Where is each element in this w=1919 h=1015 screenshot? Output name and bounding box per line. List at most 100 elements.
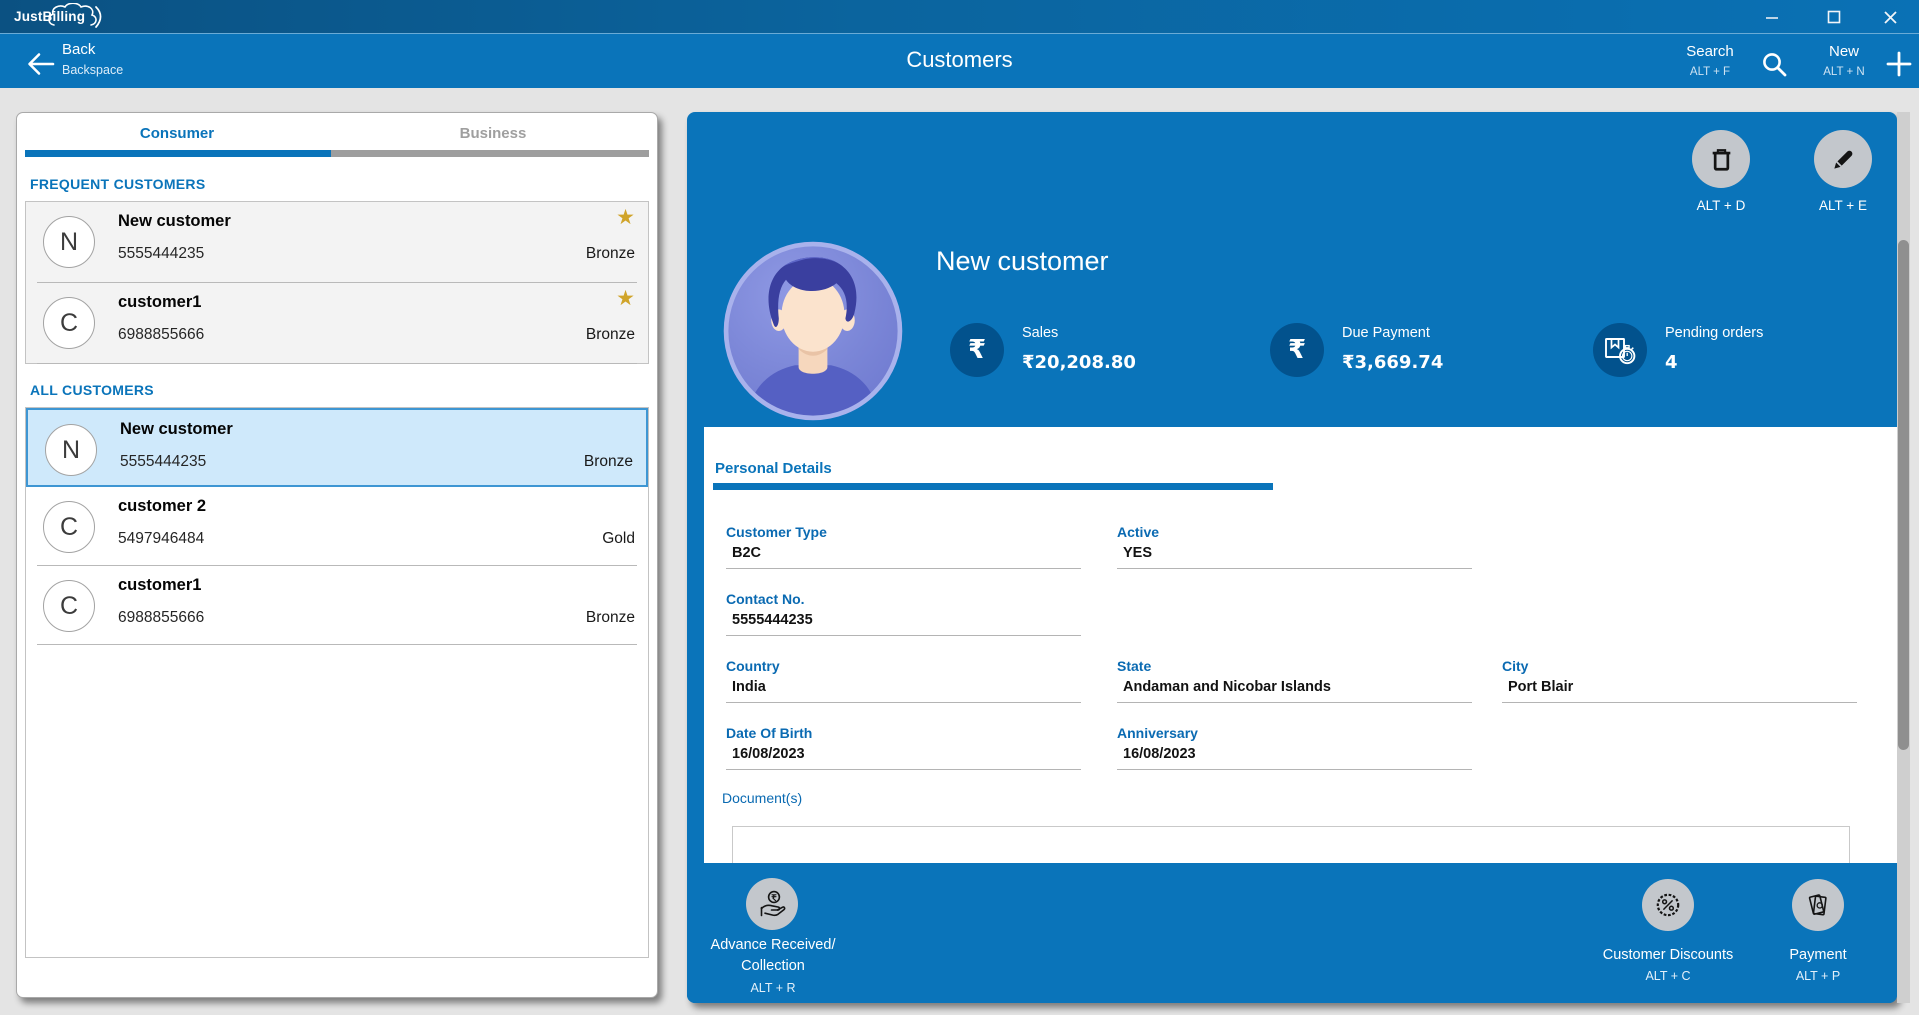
search-shortcut: ALT + F xyxy=(1664,66,1756,78)
tier-label: Bronze xyxy=(586,609,635,627)
tab-indicator-inactive xyxy=(331,150,649,157)
detail-field: Contact No. 5555444235 xyxy=(726,591,1081,636)
avatar-initial: N xyxy=(62,436,80,465)
hand-coin-icon xyxy=(746,878,798,930)
customer-phone: 6988855666 xyxy=(118,609,204,627)
trash-icon xyxy=(1708,146,1735,173)
field-label: Contact No. xyxy=(726,591,805,607)
customer-phone: 5555444235 xyxy=(118,245,204,263)
documents-box xyxy=(732,826,1850,863)
minimize-button[interactable] xyxy=(1754,5,1790,29)
section-header-frequent-customers: FREQUENT CUSTOMERS xyxy=(30,176,206,192)
star-icon: ★ xyxy=(616,205,635,230)
field-value: Andaman and Nicobar Islands xyxy=(1123,679,1331,695)
payment-label: Payment xyxy=(1732,947,1904,963)
customer-discounts-label: Customer Discounts xyxy=(1582,947,1754,963)
customer-list-item[interactable]: N New customer 5555444235 ★ Bronze xyxy=(26,202,648,283)
customer-detail-name: New customer xyxy=(936,246,1109,277)
customer-discounts-shortcut: ALT + C xyxy=(1582,969,1754,983)
detail-field: State Andaman and Nicobar Islands xyxy=(1117,658,1472,703)
new-shortcut: ALT + N xyxy=(1798,66,1890,78)
avatar: C xyxy=(43,501,95,553)
advance-received-shortcut: ALT + R xyxy=(687,981,859,995)
detail-field: Date Of Birth 16/08/2023 xyxy=(726,725,1081,770)
field-value: Port Blair xyxy=(1508,679,1573,695)
customer-name: New customer xyxy=(120,420,233,439)
page-header: Back Backspace Customers Search ALT + F … xyxy=(0,33,1919,88)
person-avatar-illustration xyxy=(723,241,903,421)
close-icon xyxy=(1883,10,1898,25)
field-label: Active xyxy=(1117,524,1159,540)
tab-consumer[interactable]: Consumer xyxy=(17,125,337,142)
customer-list-item[interactable]: N New customer 5555444235 Bronze xyxy=(26,408,648,487)
tab-business[interactable]: Business xyxy=(333,125,653,142)
title-bar: JustBilling xyxy=(0,0,1919,33)
tier-label: Bronze xyxy=(584,453,633,471)
minimize-icon xyxy=(1765,10,1779,24)
tier-label: Bronze xyxy=(586,326,635,344)
detail-footer-bar: Advance Received/ Collection ALT + R Cus… xyxy=(687,863,1897,1003)
delete-customer-button[interactable] xyxy=(1692,130,1750,188)
new-button[interactable]: New ALT + N xyxy=(1798,38,1912,86)
stat-icon: ₹ xyxy=(950,323,1004,377)
customer-phone: 5497946484 xyxy=(118,530,204,548)
customer-list-item[interactable]: C customer1 6988855666 ★ Bronze xyxy=(26,283,648,364)
customer-avatar xyxy=(723,241,903,421)
field-label: State xyxy=(1117,658,1151,674)
customer-detail-panel: ALT + D ALT + E xyxy=(687,112,1897,1003)
pending-orders-icon xyxy=(1602,332,1638,368)
avatar: C xyxy=(43,580,95,632)
stat-label: Due Payment xyxy=(1342,325,1430,341)
customer-name: customer1 xyxy=(118,576,201,595)
star-icon: ★ xyxy=(616,286,635,311)
section-header-all-customers: ALL CUSTOMERS xyxy=(30,382,154,398)
plus-icon xyxy=(1886,50,1912,78)
detail-field: Country India xyxy=(726,658,1081,703)
customer-phone: 5555444235 xyxy=(120,453,206,471)
avatar: N xyxy=(45,424,97,476)
stat-icon xyxy=(1593,323,1647,377)
app-logo: JustBilling xyxy=(8,3,128,31)
avatar-initial: N xyxy=(60,228,78,257)
scrollbar-thumb[interactable] xyxy=(1898,240,1909,750)
avatar-initial: C xyxy=(60,309,78,338)
field-value: B2C xyxy=(732,545,761,561)
close-button[interactable] xyxy=(1872,5,1908,29)
search-icon xyxy=(1760,50,1788,78)
banknotes-icon xyxy=(1792,879,1844,931)
customer-list-item[interactable]: C customer 2 5497946484 Gold xyxy=(26,487,648,566)
field-label: Anniversary xyxy=(1117,725,1198,741)
cloud-icon xyxy=(8,3,128,31)
field-value: India xyxy=(732,679,766,695)
field-label: Country xyxy=(726,658,780,674)
avatar-initial: C xyxy=(60,513,78,542)
all-customers-list: N New customer 5555444235 Bronze C custo… xyxy=(25,407,649,958)
advance-received-label-line1: Advance Received/ xyxy=(687,937,859,953)
advance-received-label-line2: Collection xyxy=(687,958,859,974)
field-value: 16/08/2023 xyxy=(732,746,805,762)
customer-name: customer 2 xyxy=(118,497,206,516)
pencil-icon xyxy=(1830,146,1857,173)
stat-value: 4 xyxy=(1665,352,1678,373)
tab-indicator-active xyxy=(25,150,331,157)
field-value: 5555444235 xyxy=(732,612,813,628)
edit-customer-button[interactable] xyxy=(1814,130,1872,188)
search-label: Search xyxy=(1664,43,1756,60)
field-label: City xyxy=(1502,658,1528,674)
customer-name: customer1 xyxy=(118,293,201,312)
delete-shortcut-label: ALT + D xyxy=(1666,198,1776,213)
maximize-button[interactable] xyxy=(1816,5,1852,29)
tab-personal-details[interactable]: Personal Details xyxy=(715,460,832,477)
search-button[interactable]: Search ALT + F xyxy=(1664,38,1788,86)
rupee-icon: ₹ xyxy=(968,335,986,365)
customer-list-panel: Consumer Business FREQUENT CUSTOMERS N N… xyxy=(16,112,658,998)
personal-details-card: Personal Details Customer Type B2C Activ… xyxy=(704,427,1897,863)
field-value: YES xyxy=(1123,545,1152,561)
stat-label: Sales xyxy=(1022,325,1058,341)
tier-label: Gold xyxy=(602,530,635,548)
stat-label: Pending orders xyxy=(1665,325,1763,341)
documents-label: Document(s) xyxy=(722,790,802,806)
avatar-initial: C xyxy=(60,592,78,621)
customer-list-item[interactable]: C customer1 6988855666 Bronze xyxy=(26,566,648,645)
new-label: New xyxy=(1798,43,1890,60)
